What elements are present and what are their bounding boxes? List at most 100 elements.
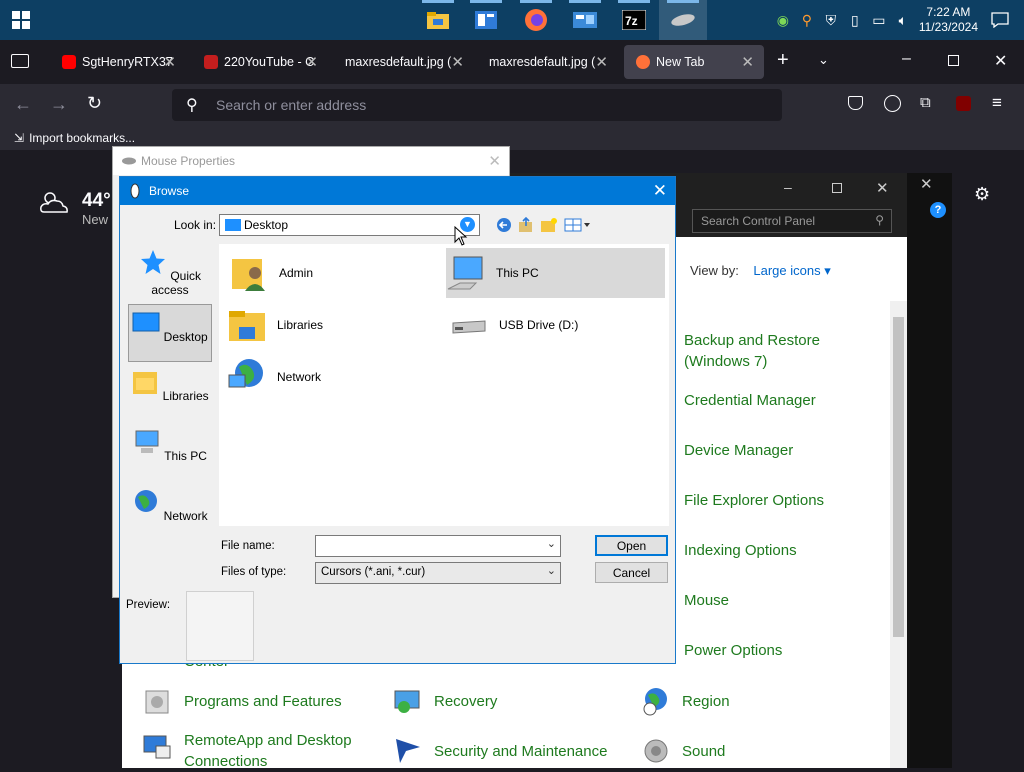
cp-item-credential-manager[interactable]: Credential Manager: [684, 390, 816, 411]
place-desktop[interactable]: Desktop: [128, 304, 212, 362]
search-tray-icon[interactable]: ⚲: [795, 8, 819, 32]
cp-item-security-maintenance[interactable]: Security and Maintenance: [392, 735, 607, 767]
new-folder-icon[interactable]: [540, 217, 558, 233]
up-folder-icon[interactable]: [518, 217, 534, 233]
ublock-icon[interactable]: [956, 96, 971, 111]
tab-pdf[interactable]: 220YouTube - C ✕: [192, 45, 322, 79]
view-menu-icon[interactable]: [564, 218, 590, 232]
close-tab-icon[interactable]: ✕: [163, 53, 176, 71]
mouse-taskbar-icon[interactable]: [659, 0, 707, 40]
restore-button[interactable]: [948, 55, 959, 66]
control-panel-scrollbar[interactable]: [890, 301, 907, 768]
look-in-dropdown[interactable]: Desktop ▼: [219, 214, 480, 236]
close-tab-icon[interactable]: ✕: [451, 53, 464, 71]
back-arrow-icon[interactable]: [496, 217, 512, 233]
place-quick-access[interactable]: Quick access: [128, 244, 212, 302]
list-tabs-chevron-icon[interactable]: ⌄: [818, 52, 829, 68]
file-explorer-taskbar-icon[interactable]: [414, 0, 462, 40]
cp-item-programs-features[interactable]: Programs and Features: [142, 685, 342, 717]
chevron-down-icon[interactable]: ⌄: [547, 564, 556, 577]
forward-icon[interactable]: →: [50, 94, 68, 115]
place-this-pc[interactable]: This PC: [128, 424, 212, 482]
menu-icon[interactable]: ≡: [992, 93, 1002, 113]
extensions-icon[interactable]: ⧉: [920, 94, 931, 111]
account-icon[interactable]: [884, 95, 901, 112]
url-bar[interactable]: ⚲ Search or enter address: [172, 89, 782, 121]
mouse-properties-close-icon[interactable]: ✕: [488, 152, 501, 170]
close-tab-icon[interactable]: ✕: [305, 53, 318, 71]
nav-bar: ← → ↻ ⚲ Search or enter address ⧉ ≡: [0, 84, 1024, 126]
tab-label: New Tab: [656, 55, 705, 69]
news-taskbar-icon[interactable]: [462, 0, 510, 40]
weather-widget[interactable]: 44° New: [40, 190, 111, 227]
tab-youtube[interactable]: SgtHenryRTX37 ✕: [50, 45, 180, 79]
network-share-icon[interactable]: ◉: [771, 8, 795, 32]
tab-new-tab[interactable]: New Tab ✕: [624, 45, 764, 79]
cp-close-button[interactable]: ✕: [876, 179, 889, 197]
close-tab-icon[interactable]: ✕: [741, 53, 754, 71]
notifications-icon[interactable]: [988, 8, 1012, 32]
cp-item-region[interactable]: Region: [640, 685, 730, 717]
settings-gear-icon[interactable]: ⚙: [974, 184, 990, 205]
browse-dialog: Browse ✕ Look in: Desktop ▼ Quick access…: [119, 176, 676, 664]
new-tab-button[interactable]: +: [777, 49, 789, 72]
close-window-button[interactable]: ✕: [994, 51, 1007, 71]
file-item-libraries[interactable]: Libraries: [227, 300, 442, 350]
cancel-button[interactable]: Cancel: [595, 562, 668, 583]
place-libraries[interactable]: Libraries: [128, 364, 212, 422]
cp-item-device-manager[interactable]: Device Manager: [684, 440, 793, 461]
cp-minimize-button[interactable]: –: [784, 179, 792, 195]
view-by-dropdown[interactable]: Large icons: [753, 263, 820, 278]
libraries-icon: [133, 372, 158, 394]
cp-item-label: Sound: [682, 743, 726, 760]
browse-close-icon[interactable]: ✕: [653, 181, 667, 201]
7zip-taskbar-icon[interactable]: 7z: [610, 0, 658, 40]
files-of-type-dropdown[interactable]: Cursors (*.ani, *.cur) ⌄: [315, 562, 561, 584]
back-icon[interactable]: ←: [14, 94, 32, 115]
reload-icon[interactable]: ↻: [87, 93, 102, 114]
chevron-down-icon[interactable]: ⌄: [547, 537, 556, 550]
shield-icon[interactable]: ⛨: [819, 8, 843, 32]
file-item-network[interactable]: Network: [227, 352, 442, 402]
place-network[interactable]: Network: [128, 484, 212, 542]
cp-item-remoteapp[interactable]: RemoteApp and Desktop Connections: [142, 730, 362, 772]
cp-item-power-options[interactable]: Power Options: [684, 640, 782, 661]
file-item-this-pc[interactable]: This PC: [446, 248, 665, 298]
taskbar: 7z ◉ ⚲ ⛨ ▯ ▭ 🔈︎ 7:22 AM 11/23/2024: [0, 0, 1024, 40]
background-close-icon[interactable]: ✕: [920, 175, 933, 193]
firefox-taskbar-icon[interactable]: [512, 0, 560, 40]
file-name-input[interactable]: ⌄: [315, 535, 561, 557]
tab-label: maxresdefault.jpg (: [489, 55, 596, 69]
usb-icon[interactable]: ▯: [843, 8, 867, 32]
control-panel-taskbar-icon[interactable]: [561, 0, 609, 40]
tab-label: SgtHenryRTX37: [82, 55, 173, 69]
open-button[interactable]: Open: [595, 535, 668, 556]
pocket-icon[interactable]: [848, 96, 863, 110]
volume-muted-icon[interactable]: 🔈︎: [891, 8, 915, 32]
tab-image-1[interactable]: maxresdefault.jpg ( ✕: [333, 45, 468, 79]
user-folder-icon: [232, 259, 265, 291]
close-tab-icon[interactable]: ✕: [595, 53, 608, 71]
start-button[interactable]: [12, 11, 30, 29]
file-label: Libraries: [277, 318, 324, 332]
file-item-admin[interactable]: Admin: [229, 248, 444, 298]
cp-item-file-explorer-options[interactable]: File Explorer Options: [684, 490, 824, 511]
cp-item-indexing-options[interactable]: Indexing Options: [684, 540, 797, 561]
tab-image-2[interactable]: maxresdefault.jpg ( ✕: [477, 45, 612, 79]
cp-item-backup[interactable]: Backup and Restore (Windows 7): [684, 330, 884, 372]
cp-maximize-button[interactable]: [832, 183, 842, 193]
help-icon[interactable]: ?: [930, 202, 946, 218]
cp-item-recovery[interactable]: Recovery: [392, 685, 497, 717]
cp-item-sound[interactable]: Sound: [640, 735, 725, 767]
browse-title: Browse: [149, 184, 190, 198]
cp-item-mouse[interactable]: Mouse: [684, 590, 729, 611]
firefox-view-icon[interactable]: [11, 54, 29, 68]
scrollbar-thumb[interactable]: [893, 317, 904, 637]
chevron-down-icon[interactable]: ▾: [824, 263, 831, 278]
import-bookmarks-link[interactable]: ⇲ Import bookmarks...: [14, 131, 135, 145]
clock[interactable]: 7:22 AM 11/23/2024: [919, 5, 978, 35]
file-item-usb-drive[interactable]: USB Drive (D:): [449, 300, 664, 350]
minimize-button[interactable]: –: [902, 50, 911, 68]
display-icon[interactable]: ▭: [867, 8, 891, 32]
control-panel-search-input[interactable]: Search Control Panel ⚲: [692, 209, 892, 233]
